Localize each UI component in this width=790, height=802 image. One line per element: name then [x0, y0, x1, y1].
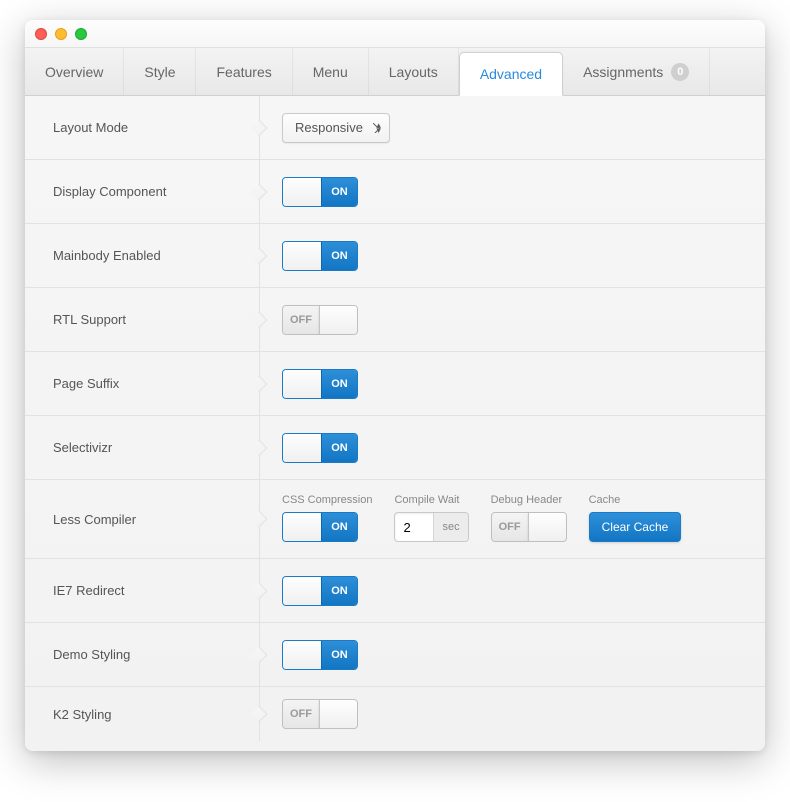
- sub-label: Cache: [589, 494, 682, 506]
- chevron-updown-icon: ▴▾: [376, 123, 381, 133]
- row-display-component: Display Component ON: [25, 160, 765, 224]
- clear-cache-button[interactable]: Clear Cache: [589, 512, 682, 542]
- tab-advanced[interactable]: Advanced: [459, 52, 563, 96]
- tab-bar: Overview Style Features Menu Layouts Adv…: [25, 48, 765, 96]
- compile-wait-input-wrap: sec: [394, 512, 468, 542]
- advanced-panel: Layout Mode Responsive ▴▾ Display Compon…: [25, 96, 765, 751]
- toggle-knob: [283, 242, 321, 270]
- window-close-button[interactable]: [35, 28, 47, 40]
- sub-label: CSS Compression: [282, 494, 372, 506]
- toggle-state: OFF: [492, 513, 528, 541]
- toggle-knob: [319, 700, 357, 728]
- toggle-state: ON: [321, 513, 357, 541]
- select-value: Responsive: [295, 120, 363, 135]
- tab-label: Assignments: [583, 64, 663, 80]
- page-suffix-toggle[interactable]: ON: [282, 369, 358, 399]
- compile-wait-input[interactable]: [395, 513, 433, 541]
- row-label: Demo Styling: [25, 623, 260, 686]
- row-page-suffix: Page Suffix ON: [25, 352, 765, 416]
- ie7-redirect-toggle[interactable]: ON: [282, 576, 358, 606]
- toggle-state: ON: [321, 641, 357, 669]
- row-label: IE7 Redirect: [25, 559, 260, 622]
- demo-styling-toggle[interactable]: ON: [282, 640, 358, 670]
- tab-label: Style: [144, 64, 175, 80]
- row-label: Layout Mode: [25, 96, 260, 159]
- tab-assignments[interactable]: Assignments 0: [563, 48, 710, 95]
- row-label: Mainbody Enabled: [25, 224, 260, 287]
- debug-header-toggle[interactable]: OFF: [491, 512, 567, 542]
- toggle-knob: [283, 434, 321, 462]
- tab-menu[interactable]: Menu: [293, 48, 369, 95]
- compile-wait-suffix: sec: [433, 513, 467, 541]
- tab-layouts[interactable]: Layouts: [369, 48, 459, 95]
- tab-label: Menu: [313, 64, 348, 80]
- toggle-knob: [283, 370, 321, 398]
- toggle-knob: [283, 641, 321, 669]
- toggle-knob: [283, 178, 321, 206]
- row-layout-mode: Layout Mode Responsive ▴▾: [25, 96, 765, 160]
- row-label: Page Suffix: [25, 352, 260, 415]
- rtl-support-toggle[interactable]: OFF: [282, 305, 358, 335]
- selectivizr-toggle[interactable]: ON: [282, 433, 358, 463]
- window-zoom-button[interactable]: [75, 28, 87, 40]
- row-label: K2 Styling: [25, 687, 260, 741]
- toggle-knob: [528, 513, 566, 541]
- sub-cache: Cache Clear Cache: [589, 494, 682, 542]
- toggle-knob: [283, 577, 321, 605]
- row-demo-styling: Demo Styling ON: [25, 623, 765, 687]
- sub-debug-header: Debug Header OFF: [491, 494, 567, 542]
- row-label: RTL Support: [25, 288, 260, 351]
- row-label: Display Component: [25, 160, 260, 223]
- toggle-knob: [283, 513, 321, 541]
- display-component-toggle[interactable]: ON: [282, 177, 358, 207]
- k2-styling-toggle[interactable]: OFF: [282, 699, 358, 729]
- row-selectivizr: Selectivizr ON: [25, 416, 765, 480]
- tab-label: Overview: [45, 64, 103, 80]
- tab-style[interactable]: Style: [124, 48, 196, 95]
- css-compression-toggle[interactable]: ON: [282, 512, 358, 542]
- tab-label: Layouts: [389, 64, 438, 80]
- titlebar: [25, 20, 765, 48]
- settings-window: Overview Style Features Menu Layouts Adv…: [25, 20, 765, 751]
- toggle-state: OFF: [283, 306, 319, 334]
- sub-compile-wait: Compile Wait sec: [394, 494, 468, 542]
- toggle-state: ON: [321, 242, 357, 270]
- row-label: Selectivizr: [25, 416, 260, 479]
- row-k2-styling: K2 Styling OFF: [25, 687, 765, 751]
- tab-label: Features: [216, 64, 271, 80]
- tab-overview[interactable]: Overview: [25, 48, 124, 95]
- mainbody-enabled-toggle[interactable]: ON: [282, 241, 358, 271]
- toggle-state: ON: [321, 577, 357, 605]
- layout-mode-select[interactable]: Responsive ▴▾: [282, 113, 390, 143]
- tab-label: Advanced: [480, 66, 542, 82]
- toggle-state: ON: [321, 434, 357, 462]
- assignments-count-badge: 0: [671, 63, 689, 81]
- row-ie7-redirect: IE7 Redirect ON: [25, 559, 765, 623]
- row-label: Less Compiler: [25, 480, 260, 558]
- toggle-state: OFF: [283, 700, 319, 728]
- tab-features[interactable]: Features: [196, 48, 292, 95]
- row-mainbody-enabled: Mainbody Enabled ON: [25, 224, 765, 288]
- sub-css-compression: CSS Compression ON: [282, 494, 372, 542]
- sub-label: Compile Wait: [394, 494, 468, 506]
- toggle-state: ON: [321, 178, 357, 206]
- row-less-compiler: Less Compiler CSS Compression ON Compile…: [25, 480, 765, 559]
- sub-label: Debug Header: [491, 494, 567, 506]
- window-minimize-button[interactable]: [55, 28, 67, 40]
- toggle-state: ON: [321, 370, 357, 398]
- row-rtl-support: RTL Support OFF: [25, 288, 765, 352]
- toggle-knob: [319, 306, 357, 334]
